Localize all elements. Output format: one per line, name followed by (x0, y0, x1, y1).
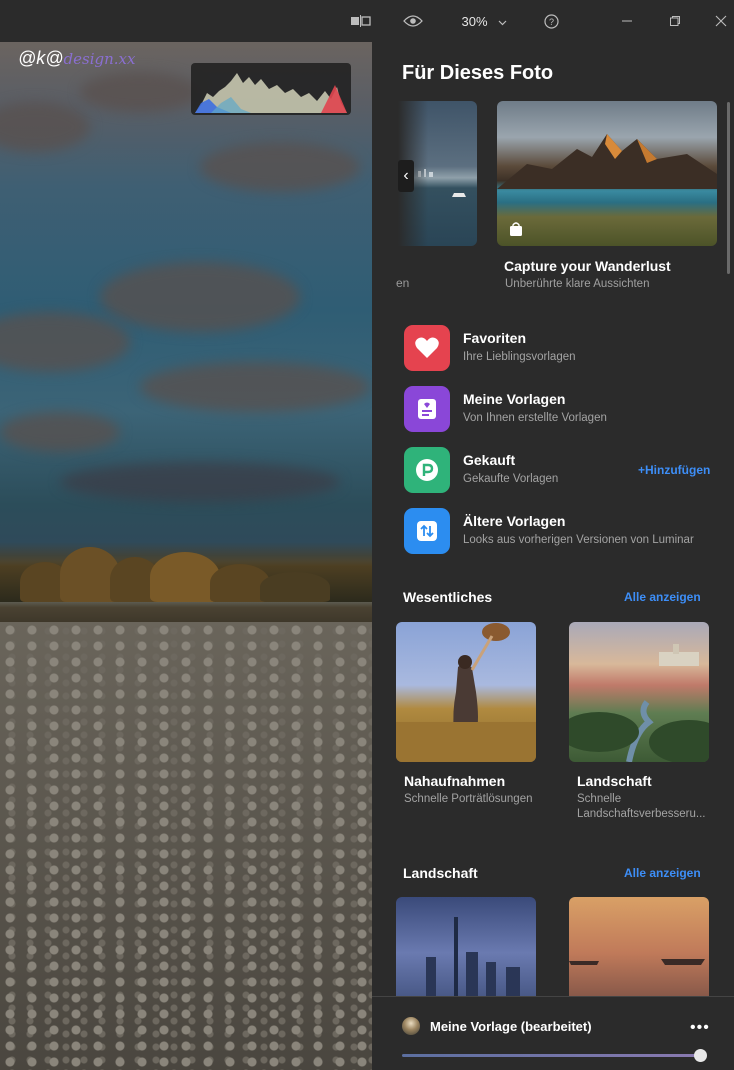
luminar-window: 30% ? @k@design.xx Für Dieses Foto ‹ en … (0, 0, 734, 1070)
presets-panel: Für Dieses Foto ‹ en Capture your Wander… (372, 42, 734, 1070)
cloud (200, 142, 360, 192)
svg-text:?: ? (548, 17, 553, 27)
maximize-icon[interactable] (660, 0, 690, 42)
prev-card-caption: en (396, 276, 410, 290)
gravel-ground (0, 622, 372, 1070)
cloud (0, 102, 90, 152)
histogram (191, 63, 351, 115)
current-preset-name: Meine Vorlage (bearbeitet) (430, 1019, 592, 1034)
cloud (0, 312, 130, 372)
menu-item-meine-vorlagen[interactable]: Meine Vorlagen Von Ihnen erstellte Vorla… (404, 386, 724, 432)
current-preset-bar: Meine Vorlage (bearbeitet) ••• (372, 996, 734, 1070)
heart-icon (404, 325, 450, 371)
preset-title: Nahaufnahmen (404, 773, 506, 789)
zoom-dropdown[interactable]: 30% (452, 0, 516, 42)
eye-icon[interactable] (398, 0, 428, 42)
menu-item-favoriten[interactable]: Favoriten Ihre Lieblingsvorlagen (404, 325, 724, 371)
close-icon[interactable] (706, 0, 734, 42)
section-title-wesentliches: Wesentliches (403, 589, 493, 605)
valley-illustration (569, 644, 709, 762)
cloud (140, 362, 370, 412)
photo-canvas[interactable]: @k@design.xx (0, 42, 372, 1070)
user-template-icon (404, 386, 450, 432)
compare-icon[interactable] (344, 0, 378, 42)
panel-title: Für Dieses Foto (402, 62, 554, 84)
preset-thumb-nahaufnahmen[interactable] (396, 622, 536, 762)
add-purchased-link[interactable]: +Hinzufügen (638, 463, 710, 477)
more-icon[interactable]: ••• (690, 1019, 710, 1037)
woman-field-illustration (396, 623, 536, 762)
chevron-down-icon (498, 14, 507, 29)
chevron-left-icon: ‹ (403, 167, 409, 184)
preset-subtitle: Schnelle Landschaftsverbesseru... (577, 793, 706, 820)
legacy-icon (404, 508, 450, 554)
carousel-prev-button[interactable]: ‹ (398, 160, 414, 192)
section-title-landschaft: Landschaft (403, 865, 478, 881)
help-icon[interactable]: ? (538, 0, 564, 42)
preset-avatar (402, 1017, 420, 1035)
zoom-value: 30% (461, 13, 488, 29)
preset-title: Landschaft (577, 773, 652, 789)
featured-preset-card[interactable] (497, 101, 717, 246)
scrollbar[interactable] (727, 102, 730, 274)
mountain-illustration (497, 134, 717, 189)
preset-amount-slider[interactable] (402, 1054, 702, 1057)
preset-subtitle: Schnelle Porträtlösungen (404, 793, 533, 805)
cloud (100, 262, 300, 332)
slider-handle[interactable] (694, 1049, 707, 1062)
cloud (60, 462, 340, 502)
watermark: @k@design.xx (18, 48, 136, 68)
preset-thumb-landschaft[interactable] (569, 622, 709, 762)
shopping-bag-icon (509, 222, 523, 236)
cloud (80, 72, 200, 112)
featured-preset-subtitle: Unberührte klare Aussichten (505, 278, 650, 290)
minimize-icon[interactable] (612, 0, 642, 42)
menu-item-aeltere-vorlagen[interactable]: Ältere Vorlagen Looks aus vorherigen Ver… (404, 508, 724, 554)
featured-preset-title: Capture your Wanderlust (504, 258, 671, 274)
cloud (0, 412, 120, 452)
show-all-landschaft-link[interactable]: Alle anzeigen (624, 866, 701, 880)
show-all-wesentliches-link[interactable]: Alle anzeigen (624, 590, 701, 604)
title-bar: 30% ? (0, 0, 734, 42)
tree-line (0, 542, 372, 602)
purchased-icon (404, 447, 450, 493)
